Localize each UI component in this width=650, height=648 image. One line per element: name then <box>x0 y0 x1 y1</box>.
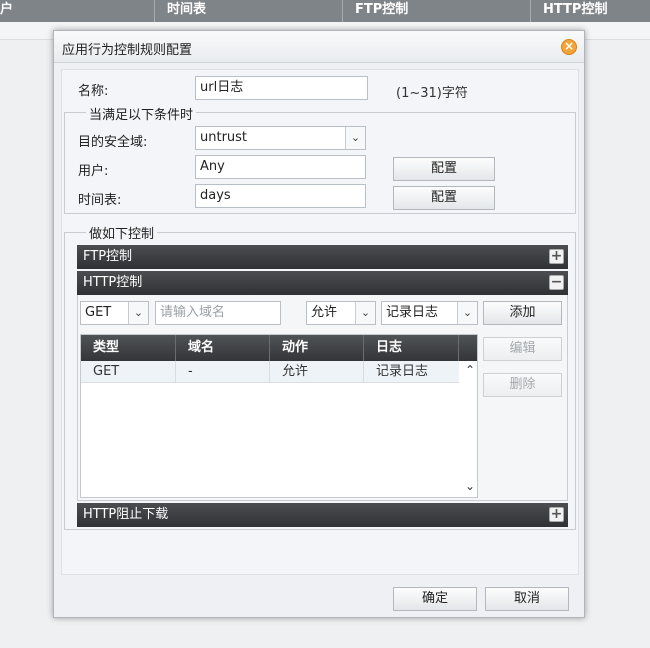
conditions-legend: 当满足以下条件时 <box>86 104 197 123</box>
bg-col-schedule: 时间表 <box>154 0 342 22</box>
dest-zone-select[interactable]: untrust ⌄ <box>195 126 366 150</box>
background-table-header: 户 时间表 FTP控制 HTTP控制 <box>0 0 650 22</box>
http-log-value: 记录日志 <box>386 305 439 320</box>
user-label: 用户: <box>78 164 109 179</box>
column-header-action[interactable]: 动作 <box>270 335 364 361</box>
cell-action: 允许 <box>270 361 364 383</box>
bg-col-http: HTTP控制 <box>530 0 650 22</box>
dest-zone-label: 目的安全域: <box>78 135 148 150</box>
cell-type: GET <box>81 361 176 383</box>
schedule-config-button[interactable]: 配置 <box>393 186 495 210</box>
cancel-button[interactable]: 取消 <box>485 587 569 611</box>
http-method-select[interactable]: GET ⌄ <box>80 301 149 325</box>
table-header: 类型 域名 动作 日志 <box>81 335 477 361</box>
http-log-select[interactable]: 记录日志 ⌄ <box>381 301 478 325</box>
chevron-down-icon[interactable]: ⌄ <box>345 127 365 149</box>
bg-col-ftp: FTP控制 <box>342 0 530 22</box>
http-method-value: GET <box>85 305 112 320</box>
domain-input[interactable]: 请输入域名 <box>155 301 281 325</box>
plus-icon[interactable]: + <box>549 507 564 522</box>
ftp-control-label: FTP控制 <box>83 249 133 264</box>
controls-legend: 做如下控制 <box>86 223 158 242</box>
user-config-button[interactable]: 配置 <box>393 157 495 181</box>
schedule-label: 时间表: <box>78 193 122 208</box>
user-input[interactable]: Any <box>195 155 366 179</box>
add-button[interactable]: 添加 <box>483 301 562 325</box>
close-icon[interactable]: × <box>561 39 577 55</box>
chevron-down-icon[interactable]: ⌄ <box>128 302 148 324</box>
cell-log: 记录日志 <box>376 364 429 379</box>
http-control-label: HTTP控制 <box>83 275 143 290</box>
chevron-down-icon[interactable]: ⌄ <box>355 302 375 324</box>
http-block-download-bar[interactable]: HTTP阻止下载 + <box>77 503 568 527</box>
name-input[interactable]: url日志 <box>195 76 368 100</box>
dialog-titlebar[interactable]: 应用行为控制规则配置 × <box>54 31 584 63</box>
dest-zone-value: untrust <box>200 130 248 145</box>
http-control-bar[interactable]: HTTP控制 − <box>77 271 568 295</box>
delete-button[interactable]: 删除 <box>483 373 562 397</box>
column-header-log[interactable]: 日志 <box>364 335 459 361</box>
ftp-control-bar[interactable]: FTP控制 + <box>77 245 568 269</box>
http-action-value: 允许 <box>311 305 338 320</box>
table-row[interactable]: GET - 允许 记录日志 <box>81 361 459 383</box>
minus-icon[interactable]: − <box>549 275 564 290</box>
http-action-select[interactable]: 允许 ⌄ <box>306 301 376 325</box>
edit-button[interactable]: 编辑 <box>483 337 562 361</box>
schedule-input[interactable]: days <box>195 184 366 208</box>
column-header-domain[interactable]: 域名 <box>176 335 270 361</box>
plus-icon[interactable]: + <box>549 249 564 264</box>
http-rules-table: 类型 域名 动作 日志 GET - 允许 记录日志 ⌃ ⌄ <box>80 334 478 498</box>
scroll-down-icon[interactable]: ⌄ <box>463 479 477 493</box>
name-label: 名称: <box>78 84 109 99</box>
cell-domain: - <box>176 361 270 383</box>
http-block-download-label: HTTP阻止下载 <box>83 507 169 522</box>
name-length-hint: (1~31)字符 <box>396 86 468 101</box>
ok-button[interactable]: 确定 <box>393 587 477 611</box>
bg-col-user: 户 <box>0 2 14 17</box>
chevron-down-icon[interactable]: ⌄ <box>457 302 477 324</box>
column-header-type[interactable]: 类型 <box>81 335 176 361</box>
dialog-title: 应用行为控制规则配置 <box>62 43 193 58</box>
scroll-up-icon[interactable]: ⌃ <box>463 363 477 377</box>
